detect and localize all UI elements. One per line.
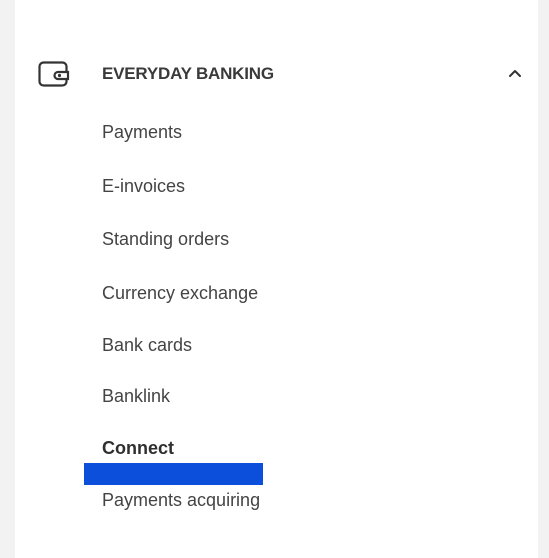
menu-item-connect[interactable]: Connect — [102, 438, 174, 459]
menu-item-payments-acquiring[interactable]: Payments acquiring — [102, 490, 260, 511]
chevron-up-icon[interactable] — [508, 68, 522, 78]
wallet-icon — [38, 61, 70, 87]
active-item-marker — [84, 463, 263, 485]
section-header-everyday-banking[interactable]: EVERYDAY BANKING — [38, 52, 521, 94]
side-menu: EVERYDAY BANKING Payments E-invoices Sta… — [15, 0, 538, 558]
page-right-edge — [538, 0, 549, 558]
menu-item-bank-cards[interactable]: Bank cards — [102, 335, 192, 356]
section-title: EVERYDAY BANKING — [102, 64, 274, 83]
menu-item-currency-exchange[interactable]: Currency exchange — [102, 283, 258, 304]
menu-item-e-invoices[interactable]: E-invoices — [102, 176, 185, 197]
menu-item-standing-orders[interactable]: Standing orders — [102, 229, 229, 250]
page-left-edge — [0, 0, 15, 558]
menu-item-payments[interactable]: Payments — [102, 122, 182, 143]
menu-item-banklink[interactable]: Banklink — [102, 386, 170, 407]
